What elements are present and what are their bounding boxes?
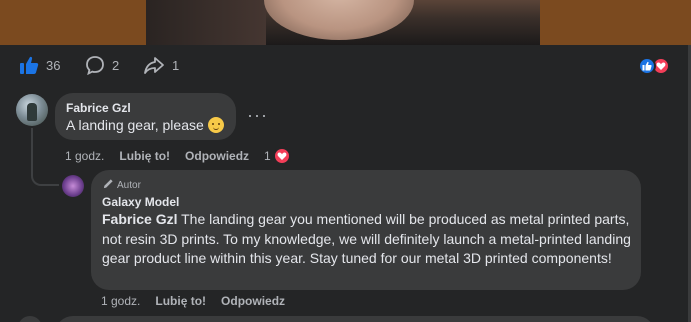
post-photo[interactable] [0,0,691,45]
comment-bubble: Fabrice Gzl A landing gear, please [55,93,236,140]
like-action[interactable]: 36 [19,55,60,75]
thumbs-up-icon [19,55,39,75]
author-badge: Autor [103,178,141,192]
reply-text-wrap: Fabrice Gzl The landing gear you mention… [102,210,636,269]
post-action-bar: 36 2 1 [0,45,691,87]
author-badge-label: Autor [117,179,141,191]
comments-count: 2 [112,57,120,73]
reply-meta: 1 godz. Lubię to! Odpowiedz [101,294,300,308]
reply-bubble: Autor Galaxy Model Fabrice Gzl The landi… [91,170,641,290]
share-action[interactable]: 1 [143,55,179,75]
photo-shadow [146,0,266,45]
comment-input[interactable] [55,316,655,322]
comment-time[interactable]: 1 godz. [65,149,104,163]
comment-author[interactable]: Fabrice Gzl [66,101,131,115]
comment-reactions[interactable]: 1 [264,147,291,165]
comment-action[interactable]: 2 [85,55,119,75]
comment-reply-button[interactable]: Odpowiedz [185,149,249,163]
like-reaction-icon [638,57,656,75]
avatar[interactable] [16,94,48,126]
photo-finger [264,0,414,40]
reply-thread-line [31,128,59,186]
avatar [18,316,42,322]
comment-text-wrap: A landing gear, please [66,117,224,133]
comment-reaction-count: 1 [264,149,271,163]
share-icon [143,55,165,75]
reply-like-button[interactable]: Lubię to! [155,294,206,308]
reply-text: The landing gear you mentioned will be p… [102,211,631,266]
comment-like-button[interactable]: Lubię to! [119,149,170,163]
reply-reply-button[interactable]: Odpowiedz [221,294,285,308]
comment-icon [85,55,105,75]
comment-text: A landing gear, please [66,117,204,133]
pencil-icon [103,178,114,192]
comment-meta: 1 godz. Lubię to! Odpowiedz 1 [65,147,291,165]
reply-mention[interactable]: Fabrice Gzl [102,211,177,227]
more-options-button[interactable]: ··· [247,105,268,126]
photo-image [146,0,540,45]
avatar-figure [27,103,37,121]
post-reactions[interactable] [638,57,670,75]
reply-author[interactable]: Galaxy Model [102,195,179,209]
smiling-face-icon [207,117,224,133]
reply-time[interactable]: 1 godz. [101,294,140,308]
likes-count: 36 [46,57,61,73]
avatar[interactable] [62,175,84,197]
love-reaction-icon [272,147,291,165]
shares-count: 1 [172,57,180,73]
